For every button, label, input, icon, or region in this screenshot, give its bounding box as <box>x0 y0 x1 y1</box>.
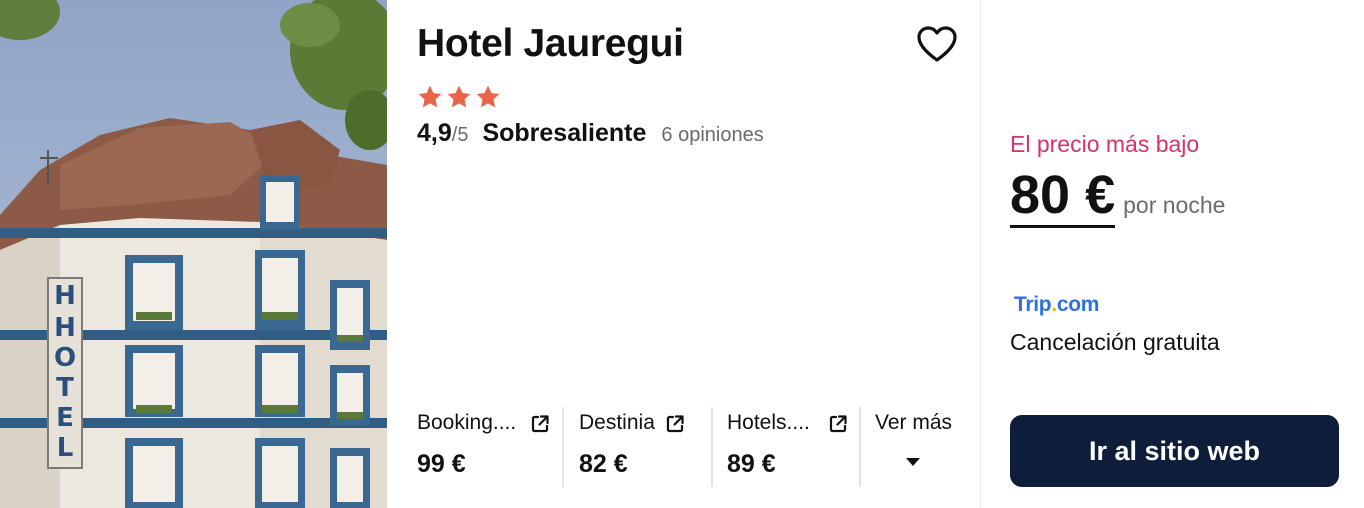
offer-hotels[interactable]: Hotels.... 89 € <box>727 405 852 487</box>
svg-text:L: L <box>57 433 74 463</box>
external-link-icon <box>829 415 847 433</box>
svg-text:H: H <box>54 313 76 343</box>
provider-suffix: com <box>1056 293 1100 316</box>
see-more-label: Ver más <box>875 411 953 434</box>
offer-price: 99 € <box>417 450 466 478</box>
star-icon <box>476 85 500 108</box>
rating-max: /5 <box>451 124 469 146</box>
external-link-icon <box>531 415 549 433</box>
rating-score: 4,9 <box>417 119 452 147</box>
offer-divider <box>711 407 713 487</box>
provider-name: Trip <box>1014 293 1052 316</box>
offer-destinia[interactable]: Destinia 82 € <box>579 405 689 487</box>
offer-provider-name: Booking.... <box>417 411 517 434</box>
main-price-row: 80 € por noche <box>1010 166 1225 228</box>
offer-provider-name: Hotels.... <box>727 411 810 434</box>
offer-provider-name: Destinia <box>579 411 655 434</box>
go-to-site-button[interactable]: Ir al sitio web <box>1010 415 1339 487</box>
review-count: 6 opiniones <box>661 124 764 146</box>
provider-logo-trip: Trip.com <box>1014 293 1099 317</box>
free-cancellation: Cancelación gratuita <box>1010 329 1220 355</box>
best-price-panel: El precio más bajo 80 € por noche Trip.c… <box>981 0 1364 508</box>
svg-text:E: E <box>56 403 74 433</box>
svg-text:T: T <box>56 373 74 403</box>
external-link-icon <box>666 415 684 433</box>
offer-booking[interactable]: Booking.... 99 € <box>417 405 552 487</box>
rating-summary[interactable]: 4,9 /5 Sobresaliente 6 opiniones <box>417 119 764 148</box>
offer-divider <box>562 407 564 487</box>
offer-price: 89 € <box>727 450 776 478</box>
heart-outline-icon <box>917 26 957 62</box>
hotel-info: Hotel Jauregui 4,9 /5 Sobresaliente 6 op… <box>387 0 981 508</box>
hotel-photo[interactable]: H H O T E L <box>0 0 387 508</box>
svg-text:H: H <box>54 281 76 311</box>
offer-divider <box>859 407 861 487</box>
offer-price: 82 € <box>579 450 628 478</box>
svg-text:O: O <box>54 343 76 373</box>
star-icon <box>418 85 442 108</box>
see-more-button[interactable]: Ver más <box>875 405 955 487</box>
lowest-price-label: El precio más bajo <box>1010 131 1200 157</box>
caret-down-icon <box>906 458 920 466</box>
favorite-button[interactable] <box>917 26 957 64</box>
star-rating <box>417 84 501 110</box>
hotel-photo-image: H H O T E L <box>0 0 387 508</box>
main-price[interactable]: 80 € <box>1010 166 1116 228</box>
per-night-label: por noche <box>1123 192 1226 218</box>
rating-label: Sobresaliente <box>482 119 647 147</box>
hotel-name[interactable]: Hotel Jauregui <box>417 22 684 66</box>
provider-offers: Booking.... 99 € Destinia 82 € Hotels...… <box>387 405 981 487</box>
star-icon <box>447 85 471 108</box>
hotel-result-card: H H O T E L Hotel Jauregui 4,9 /5 Sobres… <box>0 0 1364 508</box>
